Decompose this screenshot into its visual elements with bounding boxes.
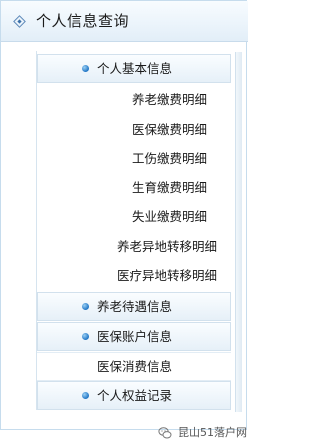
menu-item-medical-detail[interactable]: 医保缴费明细 (37, 116, 231, 145)
menu-item-unemployment-detail[interactable]: 失业缴费明细 (37, 203, 231, 232)
menu-label: 个人基本信息 (97, 61, 173, 76)
diamond-icon (13, 15, 26, 28)
menu-label: 医保缴费明细 (131, 122, 207, 137)
panel-title: 个人信息查询 (36, 12, 130, 30)
menu-label: 失业缴费明细 (131, 209, 207, 224)
menu-section-basic-info[interactable]: 个人基本信息 (37, 54, 231, 83)
side-strip (235, 52, 242, 412)
bullet-icon (82, 303, 89, 310)
menu-label: 养老待遇信息 (97, 299, 173, 314)
menu-label: 医疗异地转移明细 (116, 268, 217, 283)
panel-header: 个人信息查询 (1, 1, 248, 42)
menu-item-medical-transfer[interactable]: 医疗异地转移明细 (37, 262, 231, 291)
menu-label: 工伤缴费明细 (131, 151, 207, 166)
menu-label: 生育缴费明细 (131, 180, 207, 195)
menu-label: 养老异地转移明细 (116, 239, 217, 254)
menu-section-medical-account[interactable]: 医保账户信息 (37, 322, 231, 351)
menu-section-pension-benefit[interactable]: 养老待遇信息 (37, 292, 231, 321)
bullet-icon (82, 333, 89, 340)
menu-label: 医保账户信息 (97, 329, 173, 344)
menu-item-injury-detail[interactable]: 工伤缴费明细 (37, 145, 231, 174)
menu-item-pension-transfer[interactable]: 养老异地转移明细 (37, 233, 231, 262)
menu-section-rights-record[interactable]: 个人权益记录 (37, 381, 231, 410)
bullet-icon (82, 392, 89, 399)
watermark-text: 昆山51落户网 (178, 426, 247, 439)
menu-item-pension-detail[interactable]: 养老缴费明细 (37, 86, 231, 115)
menu-label: 个人权益记录 (97, 388, 173, 403)
menu-item-medical-consumption[interactable]: 医保消费信息 (37, 352, 231, 381)
menu-label: 医保消费信息 (97, 359, 173, 374)
bullet-icon (82, 65, 89, 72)
menu-item-maternity-detail[interactable]: 生育缴费明细 (37, 174, 231, 203)
wechat-logo (157, 427, 171, 439)
watermark: 昆山51落户网 (157, 424, 247, 442)
menu-label: 养老缴费明细 (131, 92, 207, 107)
